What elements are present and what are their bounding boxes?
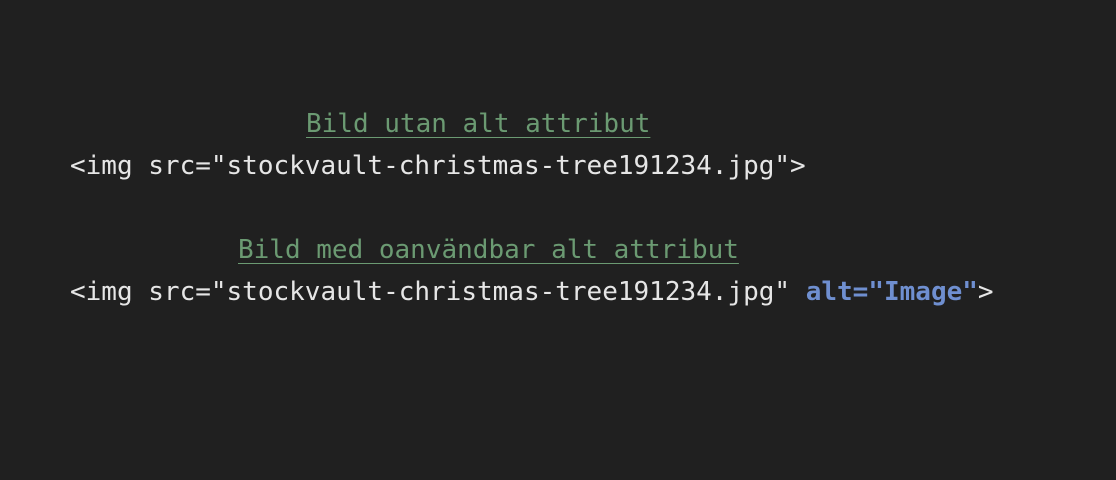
caption-no-alt-attribute: Bild utan alt attribut [306, 109, 651, 139]
caption-useless-alt-attribute: Bild med oanvändbar alt attribut [238, 235, 739, 265]
code-example-panel: Bild utan alt attribut <img src="stockva… [0, 0, 1116, 480]
highlighted-alt-attribute: alt="Image" [805, 277, 978, 307]
code-img-tag-start: <img src="stockvault-christmas-tree19123… [70, 277, 806, 307]
code-img-tag-end: > [977, 277, 994, 307]
code-line-img-with-useless-alt: <img src="stockvault-christmas-tree19123… [70, 277, 994, 307]
code-line-img-without-alt: <img src="stockvault-christmas-tree19123… [70, 151, 806, 181]
